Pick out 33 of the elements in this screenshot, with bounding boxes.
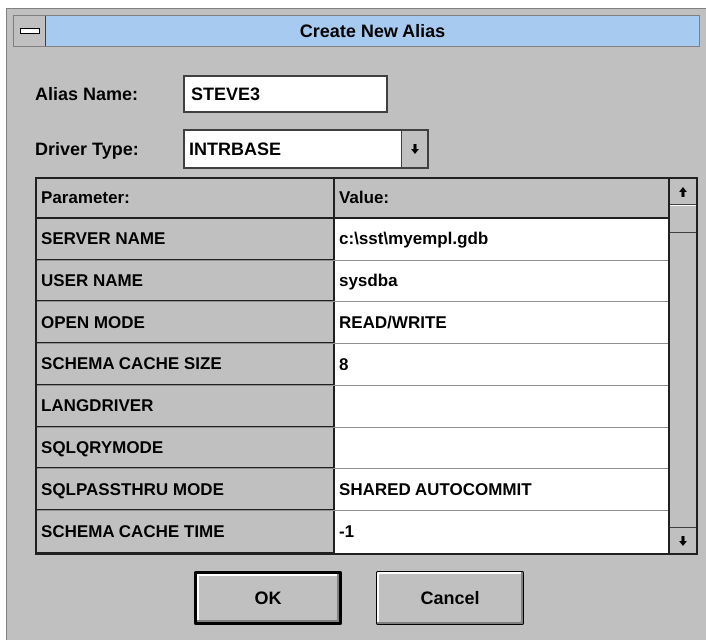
value-cell[interactable]: 8 xyxy=(335,344,668,385)
dropdown-value: INTRBASE xyxy=(188,138,282,160)
dialog-button[interactable]: OK xyxy=(194,571,342,625)
window-title: Create New Alias xyxy=(300,20,446,42)
value-cell[interactable] xyxy=(335,386,668,427)
driver-type-label: Driver Type: xyxy=(35,138,140,161)
alias-name-label: Alias Name: xyxy=(35,82,140,106)
value-cell[interactable]: c:\sst\myempl.gdb xyxy=(335,218,668,260)
down-arrow-icon xyxy=(678,534,688,546)
vertical-scrollbar[interactable] xyxy=(668,179,696,553)
down-arrow-icon xyxy=(410,143,420,155)
up-arrow-icon xyxy=(678,186,688,198)
dropdown-arrow-button[interactable] xyxy=(401,131,427,167)
parameter-cell: LANGDRIVER xyxy=(37,386,335,427)
parameter-cell: SQLQRYMODE xyxy=(37,428,335,468)
column-header: Value: xyxy=(338,187,390,210)
minus-icon xyxy=(20,28,40,34)
parameter-cell: USER NAME xyxy=(37,260,335,302)
dialog-button[interactable]: Cancel xyxy=(376,571,524,625)
column-header: Parameter: xyxy=(37,179,335,217)
value-cell[interactable]: READ/WRITE xyxy=(335,302,668,344)
value-cell[interactable]: sysdba xyxy=(335,260,668,302)
value-cell[interactable] xyxy=(335,428,668,468)
parameter-cell: SCHEMA CACHE SIZE xyxy=(37,344,335,385)
value-cell[interactable]: SHARED AUTOCOMMIT xyxy=(335,469,668,510)
value-cell[interactable]: -1 xyxy=(335,511,668,554)
parameter-cell: SQLPASSTHRU MODE xyxy=(37,469,335,510)
scroll-thumb[interactable] xyxy=(670,205,696,233)
parameter-cell: SCHEMA CACHE TIME xyxy=(37,511,335,554)
driver-type-dropdown[interactable]: INTRBASE xyxy=(183,129,429,169)
alias-name-field[interactable]: STEVE3 xyxy=(183,75,388,113)
parameter-cell: SERVER NAME xyxy=(37,218,335,260)
parameter-cell: OPEN MODE xyxy=(37,302,335,344)
